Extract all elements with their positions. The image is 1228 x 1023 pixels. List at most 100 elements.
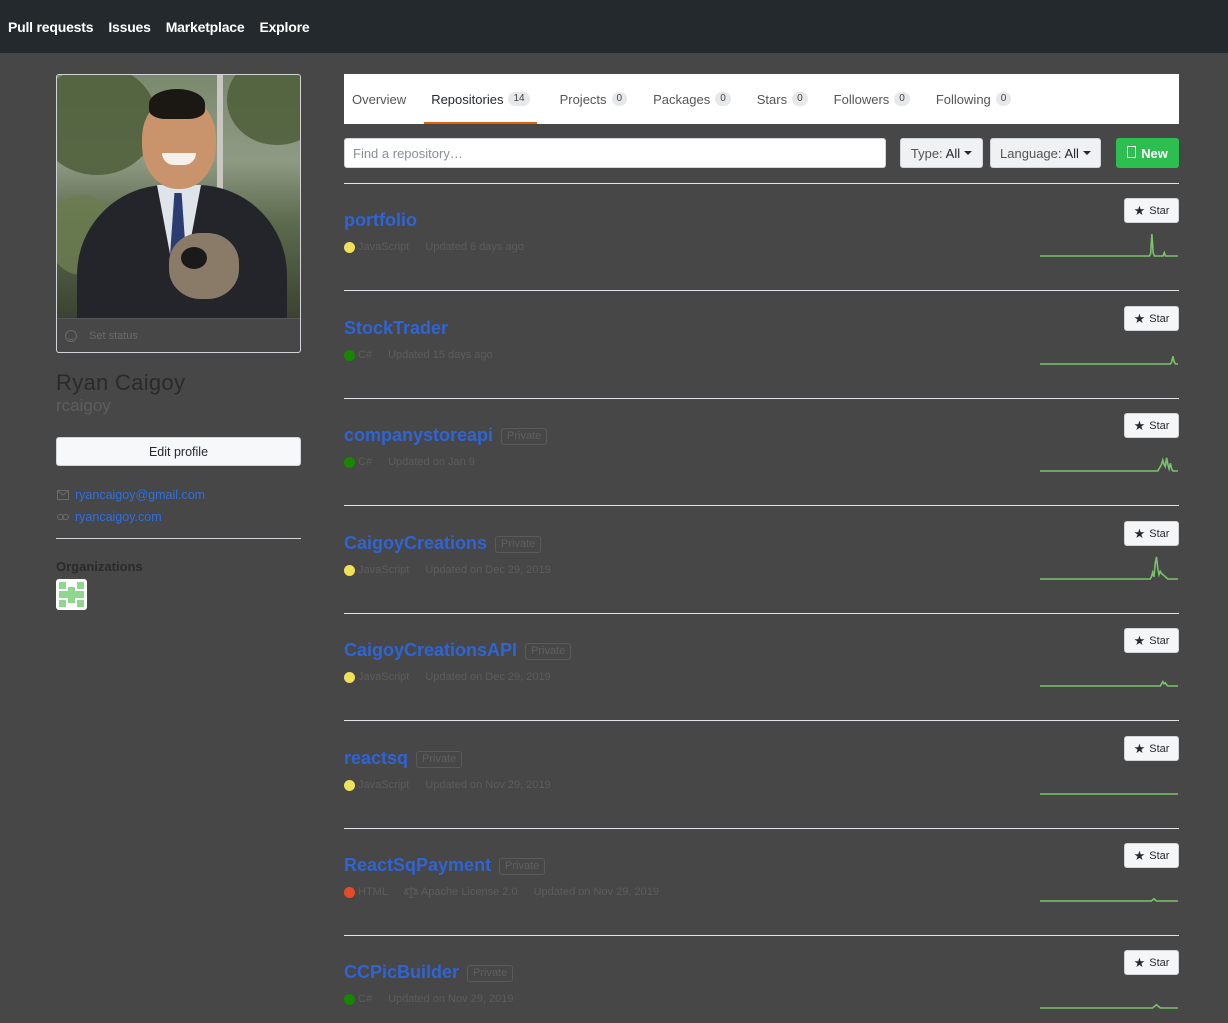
star-label: Star <box>1149 527 1170 540</box>
language-label: JavaScript <box>358 564 410 576</box>
profile-username: rcaigoy <box>56 396 111 415</box>
activity-sparkline <box>1040 897 1178 902</box>
language-color-icon <box>344 456 355 468</box>
star-icon: ★ <box>1133 311 1146 326</box>
nav-marketplace[interactable]: Marketplace <box>166 19 245 35</box>
repository-divider <box>344 290 1179 291</box>
star-icon: ★ <box>1133 526 1146 541</box>
repository-name-link[interactable]: CaigoyCreationsAPI <box>344 640 517 661</box>
nav-issues[interactable]: Issues <box>108 19 151 35</box>
tab-label: Following <box>935 91 991 107</box>
language-color-icon <box>344 993 355 1005</box>
tab-projects[interactable]: Projects 0 <box>559 74 629 124</box>
star-button[interactable]: ★ Star <box>1124 950 1179 975</box>
sparkline-path <box>1040 556 1178 580</box>
tab-label: Repositories <box>431 91 504 107</box>
star-icon: ★ <box>1133 633 1146 648</box>
private-badge: Private <box>501 428 548 445</box>
sidebar-divider <box>56 538 301 539</box>
new-button-label: New <box>1141 145 1168 161</box>
tab-followers[interactable]: Followers 0 <box>833 74 911 124</box>
language-color-icon <box>344 671 355 683</box>
language-color-icon <box>344 886 355 898</box>
tab-packages[interactable]: Packages 0 <box>652 74 732 124</box>
star-icon: ★ <box>1133 741 1146 756</box>
repository-name-link[interactable]: portfolio <box>344 210 417 231</box>
repository-divider <box>344 398 1179 399</box>
repository-name-link[interactable]: reactsq <box>344 748 408 769</box>
activity-sparkline <box>1040 556 1178 580</box>
top-navigation: Pull requests Issues Marketplace Explore <box>0 0 1228 53</box>
repository-name-link[interactable]: CaigoyCreations <box>344 533 487 554</box>
star-button[interactable]: ★ Star <box>1124 198 1179 223</box>
set-status-button[interactable]: Set status <box>57 318 300 352</box>
star-button[interactable]: ★ Star <box>1124 628 1179 653</box>
star-icon: ★ <box>1133 418 1146 433</box>
sparkline-path <box>1040 356 1178 365</box>
tab-count-badge: 0 <box>894 92 910 106</box>
language-label: JavaScript <box>358 241 410 253</box>
updated-timestamp: Updated on Nov 29, 2019 <box>533 886 659 898</box>
repository-name-link[interactable]: companystoreapi <box>344 425 493 446</box>
sparkline-path <box>1040 233 1178 257</box>
language-color-icon <box>344 241 355 253</box>
organization-avatar[interactable] <box>56 579 87 610</box>
star-button[interactable]: ★ Star <box>1124 521 1179 546</box>
email-link[interactable]: ryancaigoy@gmail.com <box>57 488 205 502</box>
star-button[interactable]: ★ Star <box>1124 736 1179 761</box>
star-label: Star <box>1149 312 1170 325</box>
website-link[interactable]: ryancaigoy.com <box>57 510 162 524</box>
sparkline-path <box>1040 457 1178 472</box>
private-badge: Private <box>495 536 542 553</box>
repository-divider <box>344 828 1179 829</box>
edit-profile-button[interactable]: Edit profile <box>56 437 301 466</box>
tab-following[interactable]: Following 0 <box>935 74 1012 124</box>
activity-sparkline <box>1040 233 1178 257</box>
avatar-card: Set status <box>56 74 301 353</box>
repository-divider <box>344 613 1179 614</box>
nav-pull-requests[interactable]: Pull requests <box>8 19 94 35</box>
email-text: ryancaigoy@gmail.com <box>75 488 206 502</box>
star-button[interactable]: ★ Star <box>1124 843 1179 868</box>
tab-stars[interactable]: Stars 0 <box>756 74 809 124</box>
tab-repositories[interactable]: Repositories 14 <box>424 74 537 124</box>
tab-overview[interactable]: Overview <box>351 74 407 124</box>
profile-fullname: Ryan Caigoy <box>56 370 186 395</box>
star-icon: ★ <box>1133 203 1146 218</box>
updated-timestamp: Updated on Jan 9 <box>388 456 475 468</box>
updated-timestamp: Updated on Nov 29, 2019 <box>425 779 551 791</box>
nav-explore[interactable]: Explore <box>259 19 309 35</box>
new-repository-button[interactable]: New <box>1116 138 1179 168</box>
repository-name-link[interactable]: StockTrader <box>344 318 448 339</box>
link-icon <box>57 514 69 520</box>
updated-timestamp: Updated on Dec 29, 2019 <box>425 564 551 576</box>
website-text: ryancaigoy.com <box>75 510 162 524</box>
private-badge: Private <box>499 858 546 875</box>
repository-meta: HTML Apache License 2.0 Updated on Nov 29,… <box>344 886 659 898</box>
license-info[interactable]: Apache License 2.0 <box>403 886 518 898</box>
repository-divider <box>344 935 1179 936</box>
language-color-icon <box>344 564 355 576</box>
repository-name-link[interactable]: ReactSqPayment <box>344 855 491 876</box>
language-label: HTML <box>358 886 388 898</box>
repository-name-link[interactable]: CCPicBuilder <box>344 962 459 983</box>
avatar[interactable] <box>57 75 300 318</box>
tab-label: Packages <box>653 91 711 107</box>
type-filter-dropdown[interactable]: Type: All <box>900 138 983 168</box>
tab-label: Stars <box>756 91 788 107</box>
type-filter-value: All <box>945 145 961 161</box>
activity-sparkline <box>1040 1003 1178 1009</box>
updated-timestamp: Updated 15 days ago <box>388 349 493 361</box>
repository-search-input[interactable] <box>344 138 886 168</box>
sparkline-path <box>1040 1003 1178 1009</box>
private-badge: Private <box>416 751 463 768</box>
tab-count-badge: 0 <box>715 92 731 106</box>
language-filter-dropdown[interactable]: Language: All <box>990 138 1101 168</box>
tab-count-badge: 0 <box>611 92 628 106</box>
mail-icon <box>57 490 69 500</box>
language-color-icon <box>344 779 355 791</box>
star-icon: ★ <box>1133 955 1146 970</box>
star-button[interactable]: ★ Star <box>1124 306 1179 331</box>
profile-tabs: Overview Repositories 14 Projects 0 Pack… <box>344 74 1179 124</box>
star-button[interactable]: ★ Star <box>1124 413 1179 438</box>
